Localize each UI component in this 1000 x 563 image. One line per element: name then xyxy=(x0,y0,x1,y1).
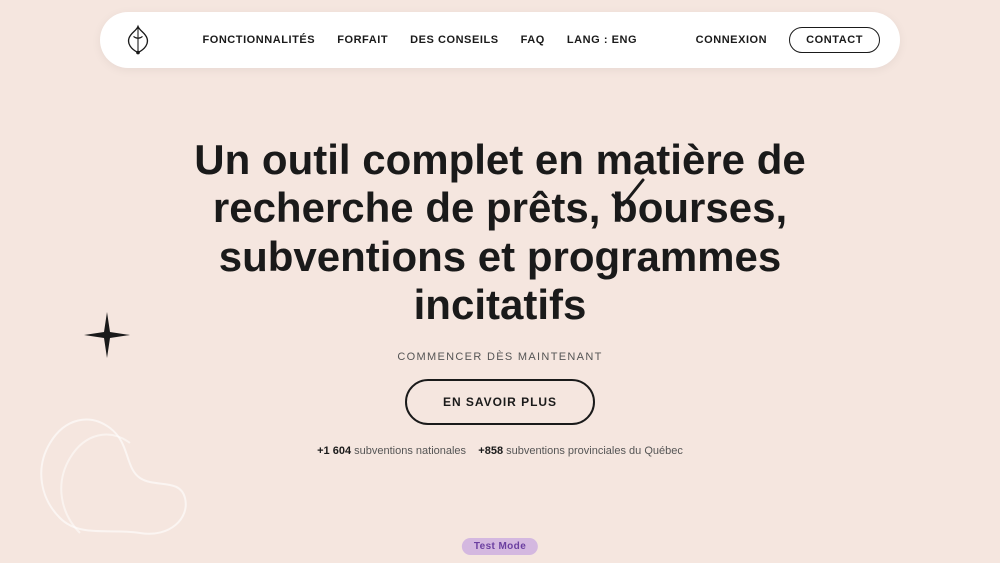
national-label: subventions nationales xyxy=(354,445,466,457)
test-mode-badge: Test Mode xyxy=(462,538,538,555)
en-savoir-plus-button[interactable]: EN SAVOIR PLUS xyxy=(405,379,595,425)
provincial-count: +858 xyxy=(478,445,503,457)
provincial-label: subventions provinciales du Québec xyxy=(506,445,683,457)
nav-links: FONCTIONNALITÉS FORFAIT DES CONSEILS FAQ… xyxy=(202,34,637,46)
nav-actions: CONNEXION CONTACT xyxy=(684,27,880,53)
fonctionnalites-link[interactable]: FONCTIONNALITÉS xyxy=(202,34,315,46)
hero-stats: +1 604 subventions nationales +858 subve… xyxy=(317,445,683,457)
des-conseils-link[interactable]: DES CONSEILS xyxy=(410,34,499,46)
hero-title: Un outil complet en matière de recherche… xyxy=(190,136,810,329)
national-count: +1 604 xyxy=(317,445,351,457)
contact-button[interactable]: CONTACT xyxy=(789,27,880,53)
forfait-link[interactable]: FORFAIT xyxy=(337,34,388,46)
hero-section: Un outil complet en matière de recherche… xyxy=(0,0,1000,563)
connexion-button[interactable]: CONNEXION xyxy=(684,28,780,52)
faq-link[interactable]: FAQ xyxy=(521,34,545,46)
lang-link[interactable]: LANG : ENG xyxy=(567,34,637,46)
hero-subtitle: COMMENCER DÈS MAINTENANT xyxy=(397,351,602,363)
navbar: FONCTIONNALITÉS FORFAIT DES CONSEILS FAQ… xyxy=(100,12,900,68)
logo[interactable] xyxy=(120,22,156,58)
